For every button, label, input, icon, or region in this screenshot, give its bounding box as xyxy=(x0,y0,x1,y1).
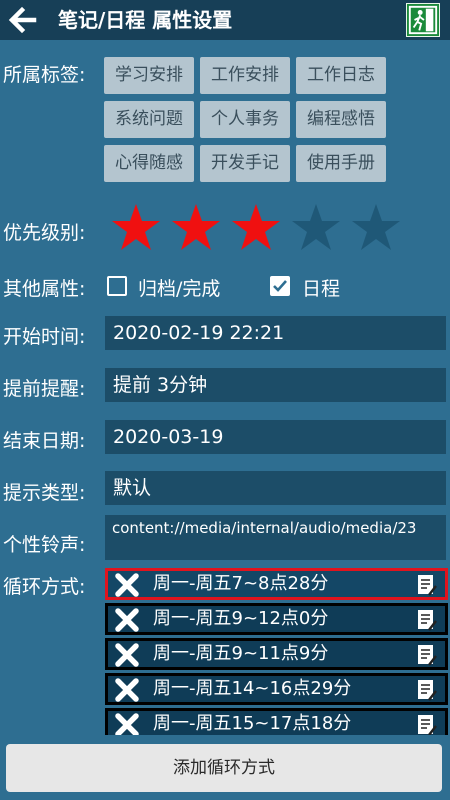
cycle-text: 周一-周五7~8点28分 xyxy=(153,573,329,594)
hint-type-field[interactable]: 默认 xyxy=(105,471,446,505)
tag-button[interactable]: 工作安排 xyxy=(200,57,290,94)
page-title: 笔记/日程 属性设置 xyxy=(58,8,233,32)
cycle-row[interactable]: 周一-周五15~17点18分 xyxy=(105,708,448,735)
other-attrs-label: 其他属性: xyxy=(3,278,86,300)
checkbox-archive[interactable] xyxy=(107,276,127,296)
delete-x-icon[interactable] xyxy=(114,678,140,702)
star-icon[interactable] xyxy=(290,202,342,252)
edit-note-icon[interactable] xyxy=(416,643,438,667)
cycle-text: 周一-周五15~17点18分 xyxy=(153,713,352,734)
cycle-text: 周一-周五9~11点9分 xyxy=(153,643,329,664)
add-cycle-button[interactable]: 添加循环方式 xyxy=(6,744,442,792)
tag-button[interactable]: 心得随感 xyxy=(104,145,194,182)
arrow-left-icon[interactable] xyxy=(6,4,38,36)
ringtone-field[interactable]: content://media/internal/audio/media/23 xyxy=(105,515,446,560)
cycle-row[interactable]: 周一-周五9~11点9分 xyxy=(105,638,448,670)
priority-label: 优先级别: xyxy=(3,222,86,244)
start-time-field[interactable]: 2020-02-19 22:21 xyxy=(105,316,446,350)
edit-note-icon[interactable] xyxy=(416,608,438,632)
tag-button[interactable]: 工作日志 xyxy=(296,57,386,94)
delete-x-icon[interactable] xyxy=(114,573,140,597)
schedule-label: 日程 xyxy=(302,278,341,300)
tags-label: 所属标签: xyxy=(3,64,86,86)
hint-type-label: 提示类型: xyxy=(3,482,86,504)
cycle-row[interactable]: 周一-周五14~16点29分 xyxy=(105,673,448,705)
delete-x-icon[interactable] xyxy=(114,643,140,667)
archive-done-label: 归档/完成 xyxy=(138,278,221,300)
top-bar: 笔记/日程 属性设置 xyxy=(0,0,450,40)
edit-note-icon[interactable] xyxy=(416,573,438,597)
delete-x-icon[interactable] xyxy=(114,713,140,735)
cycle-text: 周一-周五9~12点0分 xyxy=(153,608,329,629)
cycle-row[interactable]: 周一-周五9~12点0分 xyxy=(105,603,448,635)
ringtone-label: 个性铃声: xyxy=(3,534,86,556)
star-icon[interactable] xyxy=(230,202,282,252)
checkbox-schedule[interactable] xyxy=(270,276,290,296)
cycle-row[interactable]: 周一-周五7~8点28分 xyxy=(105,568,448,600)
end-date-label: 结束日期: xyxy=(3,430,86,452)
star-icon[interactable] xyxy=(170,202,222,252)
tag-button[interactable]: 系统问题 xyxy=(104,101,194,138)
tag-button[interactable]: 编程感悟 xyxy=(296,101,386,138)
star-icon[interactable] xyxy=(110,202,162,252)
cycle-label: 循环方式: xyxy=(3,576,86,598)
tag-button[interactable]: 开发手记 xyxy=(200,145,290,182)
tag-button[interactable]: 个人事务 xyxy=(200,101,290,138)
remind-field[interactable]: 提前 3分钟 xyxy=(105,368,446,402)
end-date-field[interactable]: 2020-03-19 xyxy=(105,420,446,454)
edit-note-icon[interactable] xyxy=(416,678,438,702)
start-time-label: 开始时间: xyxy=(3,326,86,348)
delete-x-icon[interactable] xyxy=(114,608,140,632)
remind-label: 提前提醒: xyxy=(3,378,86,400)
cycle-text: 周一-周五14~16点29分 xyxy=(153,678,352,699)
tag-button[interactable]: 学习安排 xyxy=(104,57,194,94)
exit-door-icon[interactable] xyxy=(406,3,440,37)
star-icon[interactable] xyxy=(350,202,402,252)
cycle-list[interactable]: 周一-周五7~8点28分 周一-周五9~12点0分 周一-周五9~11点9分 周… xyxy=(105,566,448,735)
edit-note-icon[interactable] xyxy=(416,713,438,735)
tag-button[interactable]: 使用手册 xyxy=(296,145,386,182)
